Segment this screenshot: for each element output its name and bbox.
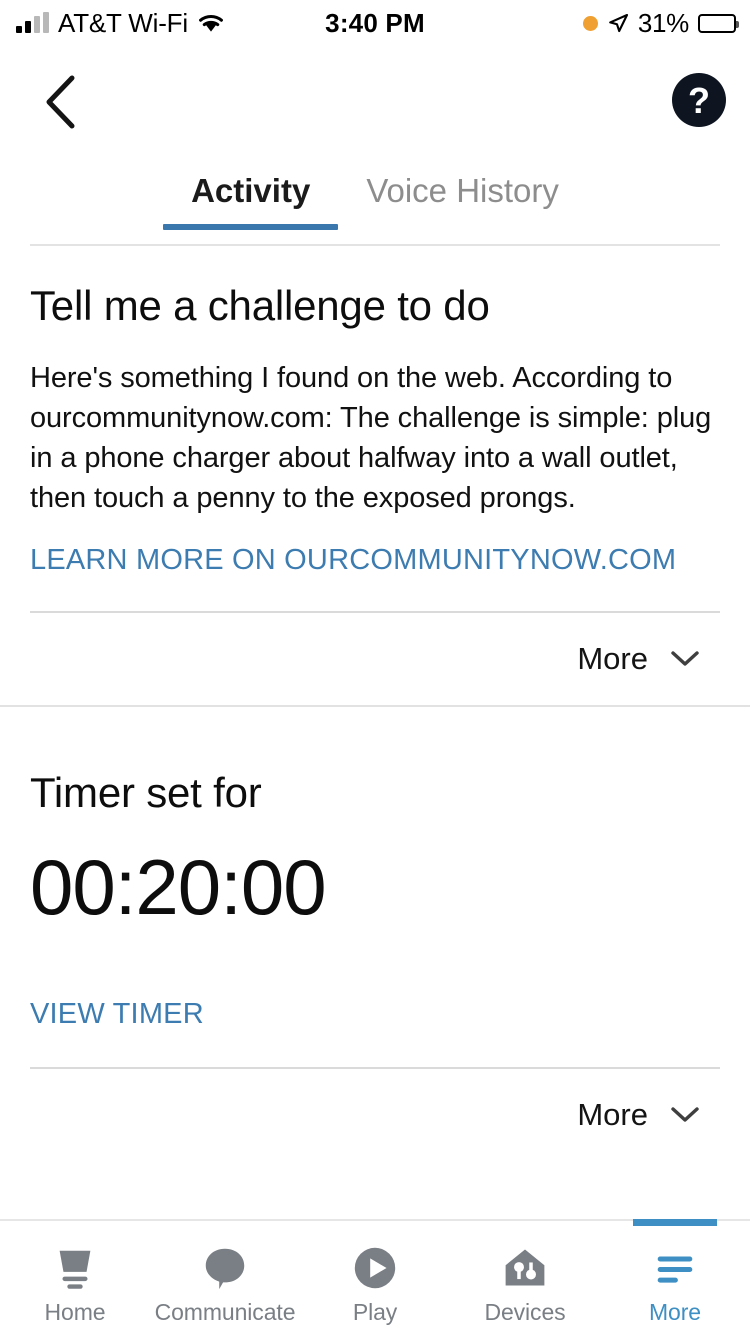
tab-voice-history[interactable]: Voice History [338,156,587,230]
play-circle-icon [350,1239,400,1297]
bottom-tab-home[interactable]: Home [0,1221,150,1334]
bottom-tab-play[interactable]: Play [300,1221,450,1334]
bottom-tab-home-label: Home [44,1299,106,1325]
bottom-tab-communicate-label: Communicate [154,1299,296,1325]
recording-dot-icon [582,15,598,31]
tab-baseline [30,244,720,246]
location-arrow-icon [609,13,628,33]
navigation-bar: ? [0,46,750,156]
status-bar: AT&T Wi-Fi 3:40 PM 31% [0,0,750,46]
card-title: Timer set for [30,769,262,817]
more-toggle-row[interactable]: More [30,1069,720,1161]
bottom-tab-play-label: Play [352,1299,398,1325]
timer-value: 00:20:00 [30,842,327,931]
svg-text:?: ? [688,80,710,121]
tab-activity[interactable]: Activity [163,156,339,230]
bottom-tab-more[interactable]: More [600,1221,750,1334]
card-body-text: Here's something I found on the web. Acc… [30,362,712,515]
bottom-tab-bar: Home Communicate Play Devices More [0,1219,750,1334]
view-timer-link[interactable]: VIEW TIMER [30,926,204,1031]
more-label: More [577,641,648,677]
activity-feed: Tell me a challenge to do Here's somethi… [0,248,750,1161]
card-title: Tell me a challenge to do [30,282,490,329]
echo-device-icon [50,1239,100,1297]
status-bar-right: 31% [582,7,739,39]
chevron-down-icon [671,651,699,667]
bottom-tab-communicate[interactable]: Communicate [150,1221,300,1334]
activity-card-timer[interactable]: Timer set for 00:20:00 VIEW TIMER More [0,705,750,1161]
bottom-tab-devices-label: Devices [484,1299,566,1325]
battery-icon [698,13,739,33]
bottom-tab-more-label: More [648,1299,701,1325]
app-screen: AT&T Wi-Fi 3:40 PM 31% ? Activity Voice … [0,0,750,1334]
learn-more-link[interactable]: LEARN MORE ON OURCOMMUNITYNOW.COM [30,518,676,577]
speech-bubble-icon [200,1239,250,1297]
help-button[interactable]: ? [670,71,728,129]
chevron-left-icon [46,75,75,129]
activity-card-challenge[interactable]: Tell me a challenge to do Here's somethi… [0,248,750,706]
bottom-tab-devices[interactable]: Devices [450,1221,600,1334]
hamburger-menu-icon [650,1239,700,1297]
house-sliders-icon [501,1239,549,1297]
more-label: More [577,1096,648,1132]
tab-activity-label: Activity [191,172,311,209]
back-button[interactable] [30,72,90,132]
top-tab-bar: Activity Voice History [0,156,750,246]
chevron-down-icon [671,1106,699,1122]
tab-voice-history-label: Voice History [366,172,559,209]
help-circle-icon: ? [672,73,726,127]
battery-percent-label: 31% [637,7,689,38]
more-toggle-row[interactable]: More [30,613,720,705]
